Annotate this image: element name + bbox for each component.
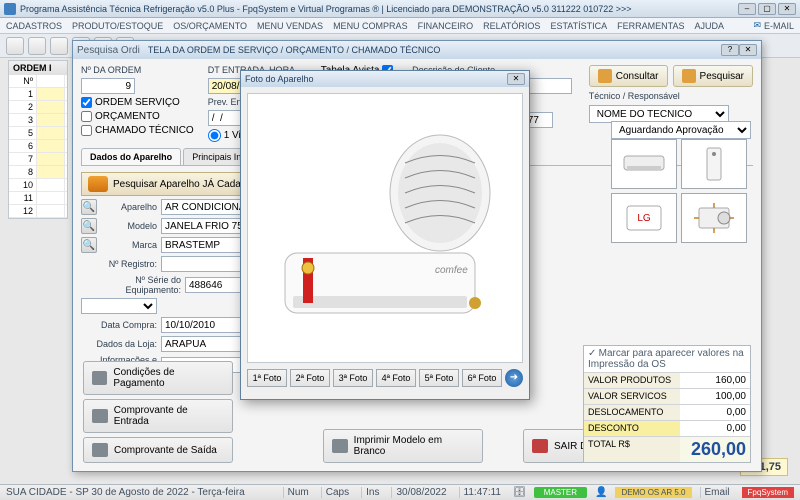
- totals-print-check[interactable]: ✓: [588, 348, 596, 359]
- photo-btn-5[interactable]: 5ª Foto: [419, 369, 459, 387]
- photo-btn-3[interactable]: 3ª Foto: [333, 369, 373, 387]
- deslocamento: 0,00: [680, 405, 750, 420]
- minimize-button[interactable]: –: [738, 3, 756, 15]
- menu-compras[interactable]: MENU COMPRAS: [333, 21, 408, 31]
- search-icon: [598, 69, 612, 83]
- tab-dados-aparelho[interactable]: Dados do Aparelho: [81, 148, 181, 165]
- search-icon: [682, 69, 696, 83]
- thumb-2[interactable]: [681, 139, 747, 189]
- photo-btn-1[interactable]: 1ª Foto: [247, 369, 287, 387]
- email-button[interactable]: ✉ E-MAIL: [753, 20, 794, 31]
- svg-text:LG: LG: [637, 213, 651, 224]
- status-db-icon: 🗄: [513, 487, 526, 498]
- payment-icon: [92, 371, 107, 385]
- condicoes-pagamento-button[interactable]: Condições de Pagamento: [83, 361, 233, 395]
- chk-ordem-servico[interactable]: ORDEM SERVIÇO: [81, 97, 194, 108]
- comprovante-entrada-button[interactable]: Comprovante de Entrada: [83, 399, 233, 433]
- dialog-titlebar: Pesquisa Ordi TELA DA ORDEM DE SERVIÇO /…: [73, 41, 761, 59]
- ac-icon: [88, 176, 108, 192]
- dialog-title: TELA DA ORDEM DE SERVIÇO / ORÇAMENTO / C…: [148, 45, 721, 55]
- svg-text:comfee: comfee: [435, 265, 468, 276]
- chk-orcamento[interactable]: ORÇAMENTO: [81, 111, 194, 122]
- pesquisar-button[interactable]: Pesquisar: [673, 65, 753, 87]
- menu-estatistica[interactable]: ESTATÍSTICA: [550, 21, 607, 31]
- photo-modal: Foto do Aparelho ✕ comfee 1ª Foto 2ª Fot…: [240, 70, 530, 400]
- photo-close-button[interactable]: ✕: [507, 73, 525, 85]
- menu-cadastros[interactable]: CADASTROS: [6, 21, 62, 31]
- menu-vendas[interactable]: MENU VENDAS: [257, 21, 323, 31]
- photo-image: comfee: [247, 93, 523, 363]
- totals-panel: ✓ Marcar para aparecer valores na Impres…: [583, 345, 751, 463]
- marca-lookup-icon[interactable]: 🔍: [81, 237, 97, 253]
- status-email[interactable]: Email: [700, 487, 734, 498]
- chk-chamado[interactable]: CHAMADO TÉCNICO: [81, 125, 194, 136]
- status-date: 30/08/2022: [391, 487, 450, 498]
- total-value: 260,00: [680, 437, 750, 462]
- menu-financeiro[interactable]: FINANCEIRO: [418, 21, 474, 31]
- main-titlebar: Programa Assistência Técnica Refrigeraçã…: [0, 0, 800, 18]
- status-time: 11:47:11: [459, 487, 505, 498]
- dialog-help-button[interactable]: ?: [721, 44, 739, 56]
- status-ins: Ins: [361, 487, 383, 498]
- search-order-label: Pesquisa Ordi: [77, 45, 140, 56]
- imprimir-branco-button[interactable]: Imprimir Modelo em Branco: [323, 429, 483, 463]
- order-no-label: Nº DA ORDEM: [81, 65, 194, 75]
- status-fpqsystem[interactable]: FpqSystem: [742, 487, 794, 498]
- photo-btn-2[interactable]: 2ª Foto: [290, 369, 330, 387]
- photo-btn-4[interactable]: 4ª Foto: [376, 369, 416, 387]
- menu-ferramentas[interactable]: FERRAMENTAS: [617, 21, 684, 31]
- photo-btn-6[interactable]: 6ª Foto: [462, 369, 502, 387]
- status-user-icon: 👤: [595, 487, 607, 498]
- status-caps: Caps: [321, 487, 353, 498]
- menu-ajuda[interactable]: AJUDA: [694, 21, 724, 31]
- thumb-3[interactable]: LG: [611, 193, 677, 243]
- menu-produto[interactable]: PRODUTO/ESTOQUE: [72, 21, 163, 31]
- menu-relatorios[interactable]: RELATÓRIOS: [483, 21, 540, 31]
- desconto: 0,00: [680, 421, 750, 436]
- toolbar-btn-2[interactable]: [28, 37, 46, 55]
- aparelho-lookup-icon[interactable]: 🔍: [81, 199, 97, 215]
- toolbar-btn-1[interactable]: [6, 37, 24, 55]
- photo-modal-title: Foto do Aparelho: [245, 74, 507, 84]
- valor-servicos: 100,00: [680, 389, 750, 404]
- statusbar: SUA CIDADE - SP 30 de Agosto de 2022 - T…: [0, 484, 800, 500]
- status-select[interactable]: Aguardando Aprovação: [611, 121, 751, 139]
- app-title: Programa Assistência Técnica Refrigeraçã…: [20, 4, 738, 14]
- close-button[interactable]: ✕: [778, 3, 796, 15]
- status-num: Num: [283, 487, 313, 498]
- bg-grid-header: ORDEM I: [9, 61, 67, 75]
- comprovante-saida-button[interactable]: Comprovante de Saída: [83, 437, 233, 463]
- modelo-lookup-icon[interactable]: 🔍: [81, 218, 97, 234]
- extra-combo[interactable]: [81, 298, 157, 314]
- consultar-button[interactable]: Consultar: [589, 65, 668, 87]
- thumbnail-grid: LG: [611, 139, 751, 243]
- receipt-out-icon: [92, 443, 108, 457]
- app-icon: [4, 3, 16, 15]
- toolbar-btn-3[interactable]: [50, 37, 68, 55]
- tecnico-label: Técnico / Responsável: [589, 91, 753, 101]
- status-location: SUA CIDADE - SP 30 de Agosto de 2022 - T…: [6, 487, 245, 498]
- exit-icon: [532, 439, 548, 453]
- status-master: MASTER: [534, 487, 587, 498]
- order-no-input[interactable]: [81, 78, 135, 94]
- dialog-close-button[interactable]: ✕: [739, 44, 757, 56]
- thumb-4[interactable]: [681, 193, 747, 243]
- receipt-in-icon: [92, 409, 108, 423]
- thumb-1[interactable]: [611, 139, 677, 189]
- valor-produtos: 160,00: [680, 373, 750, 388]
- maximize-button[interactable]: ▢: [758, 3, 776, 15]
- bg-order-grid: ORDEM I Nº 1 2 3 5 6 7 8 10 11 12: [8, 60, 68, 219]
- printer-icon: [332, 439, 348, 453]
- menu-os[interactable]: OS/ORÇAMENTO: [173, 21, 247, 31]
- photo-next-arrow-icon[interactable]: ➜: [505, 369, 523, 387]
- status-demo: DEMO OS AR 5.0: [615, 487, 691, 498]
- menubar: CADASTROS PRODUTO/ESTOQUE OS/ORÇAMENTO M…: [0, 18, 800, 34]
